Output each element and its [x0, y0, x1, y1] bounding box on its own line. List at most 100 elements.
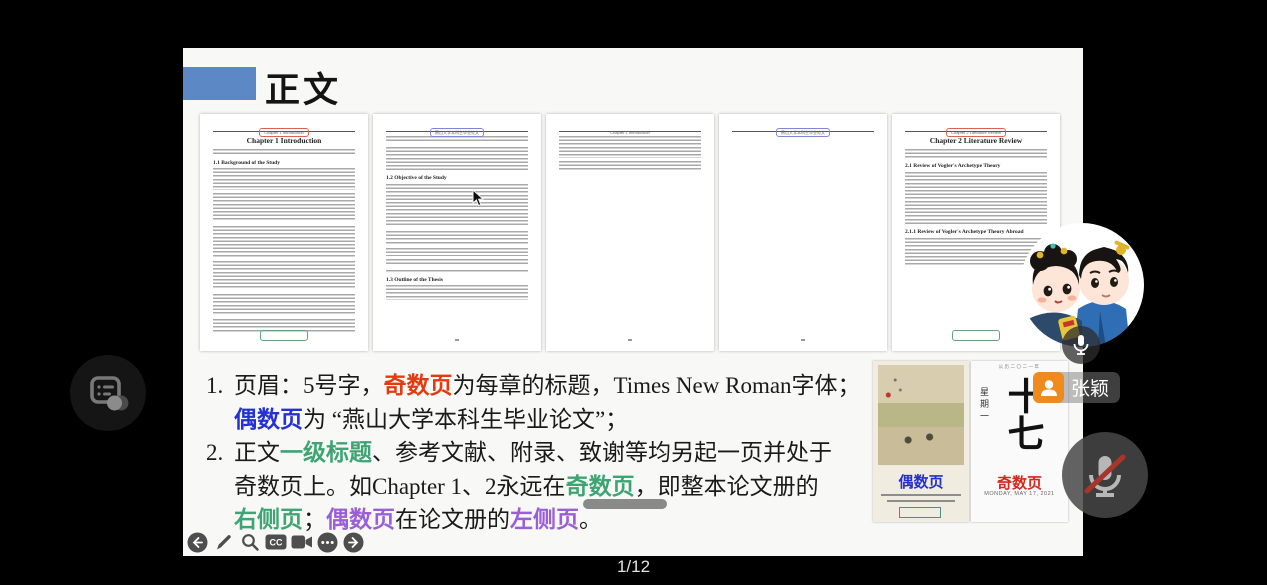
section-heading: 2.1 Review of Vogler's Archetype Theory: [905, 163, 1047, 169]
paragraph-lines: [213, 168, 355, 190]
page-header: 燕山大学本科生毕业论文: [386, 121, 528, 131]
page-number: [801, 339, 805, 341]
even-page-label: 偶数页: [873, 471, 969, 492]
notes-list: 1.页眉：5号字，奇数页为每章的标题，Times New Roman字体；偶数页…: [197, 369, 887, 537]
title-accent-bar: [183, 67, 256, 100]
paragraph-lines: [905, 149, 1047, 160]
page-header-text: 燕山大学本科生毕业论文: [776, 128, 830, 137]
calendar-date: MONDAY, MAY 17, 2021: [971, 491, 1068, 497]
microphone-button[interactable]: [1062, 326, 1100, 364]
page-number: [628, 339, 632, 341]
page-number: [455, 339, 459, 341]
forward-arrow-button[interactable]: [342, 531, 365, 554]
subtitles-button[interactable]: CC: [264, 531, 287, 554]
paragraph-lines: [213, 226, 355, 258]
calendar-year-line: 公历二〇二一年: [971, 364, 1068, 370]
page-body: Chapter 1 Introduction 1.1 Background of …: [213, 136, 355, 333]
pen-button[interactable]: [212, 531, 235, 554]
paragraph-lines: [559, 136, 701, 158]
caption-box: [899, 507, 941, 518]
page-thumbnail[interactable]: Chapter 1 IntroductionChapter 1 Introduc…: [200, 114, 368, 351]
caption-line: [881, 494, 961, 496]
paragraph-lines: [213, 193, 355, 222]
paragraph-lines: [559, 161, 701, 172]
paragraph-lines: [213, 149, 355, 156]
page-body: [559, 136, 701, 172]
note-segment: 左侧页: [510, 507, 579, 532]
paragraph-lines: [386, 285, 528, 299]
paragraph-lines: [386, 147, 528, 172]
note-segment: 一级标题: [280, 440, 372, 465]
shared-slide: 正文 Chapter 1 IntroductionChapter 1 Intro…: [183, 48, 1083, 556]
message-panel-icon: [85, 370, 131, 416]
magnifier-button[interactable]: [238, 531, 261, 554]
note-line: 1.页眉：5号字，奇数页为每章的标题，Times New Roman字体；: [197, 369, 887, 403]
page-footer: [200, 328, 368, 346]
note-number: 2.: [206, 436, 223, 470]
thumbnail-row: Chapter 1 IntroductionChapter 1 Introduc…: [200, 114, 1060, 351]
more-dots-button[interactable]: [316, 531, 339, 554]
note-line: 2. 正文一级标题、参考文献、附录、致谢等均另起一页并处于: [197, 436, 887, 470]
chapter-title: Chapter 1 Introduction: [213, 136, 355, 145]
pen-icon: [214, 532, 234, 552]
page-header: Chapter 1 Introduction: [559, 121, 701, 131]
svg-text:CC: CC: [269, 538, 282, 548]
page-indicator: 1/12: [0, 557, 1267, 577]
camera-icon: [291, 534, 313, 550]
paragraph-lines: [386, 270, 528, 274]
page-header: Chapter 1 Introduction: [213, 121, 355, 131]
page-thumbnail[interactable]: Chapter 1 Introduction: [546, 114, 714, 351]
page-header: Chapter 2 Literature Review: [905, 121, 1047, 131]
note-segment: 为 “燕山大学本科生毕业论文”；: [303, 407, 628, 432]
page-header: 燕山大学本科生毕业论文: [732, 121, 874, 131]
page-thumbnail[interactable]: 燕山大学本科生毕业论文 1.2 Objective of the Study1.3…: [373, 114, 541, 351]
note-segment: 正文: [234, 440, 280, 465]
note-segment: 右侧页: [234, 507, 303, 532]
message-panel-button[interactable]: [70, 355, 146, 431]
chapter-title: Chapter 2 Literature Review: [905, 136, 1047, 145]
paragraph-lines: [213, 261, 355, 290]
painting-image: [878, 365, 964, 465]
back-arrow-button[interactable]: [186, 531, 209, 554]
note-segment: 为每章的标题，Times New Roman字体；: [453, 373, 861, 398]
annotation-toolbar: CC: [186, 530, 365, 554]
note-segment: ；: [303, 507, 326, 532]
back-arrow-icon: [187, 532, 208, 553]
paragraph-lines: [386, 248, 528, 255]
note-line: 偶数页为 “燕山大学本科生毕业论文”；: [197, 403, 887, 437]
note-segment: 、参考文献、附录、致谢等均另起一页并处于: [372, 440, 832, 465]
page-footer: [892, 328, 1060, 346]
section-heading: 1.1 Background of the Study: [213, 160, 355, 166]
section-heading: 2.1.1 Review of Vogler's Archetype Theor…: [905, 229, 1047, 235]
page-footer: [373, 328, 541, 346]
page-body: 1.2 Objective of the Study1.3 Outline of…: [386, 136, 528, 300]
caption-line: [887, 500, 955, 502]
mouse-cursor: [472, 189, 485, 207]
subtitles-icon: CC: [265, 533, 287, 551]
page-thumbnail[interactable]: 燕山大学本科生毕业论文: [719, 114, 887, 351]
participant-name-pill[interactable]: 张颖: [1033, 372, 1120, 403]
participant-name: 张颖: [1071, 374, 1109, 401]
page-header-text: Chapter 1 Introduction: [606, 129, 654, 136]
more-dots-icon: [317, 532, 338, 553]
forward-arrow-icon: [343, 532, 364, 553]
note-segment: ，即整本论文册的: [635, 474, 819, 499]
paragraph-lines: [213, 294, 355, 316]
page-footer: [546, 328, 714, 346]
magnifier-icon: [240, 532, 260, 552]
slide-drag-handle[interactable]: [583, 499, 667, 509]
note-segment: 奇数页: [566, 474, 635, 499]
note-segment: 。: [579, 507, 602, 532]
microphone-muted-indicator[interactable]: [1062, 432, 1148, 518]
camera-button[interactable]: [290, 531, 313, 554]
microphone-icon: [1069, 333, 1093, 357]
meeting-screen: 正文 Chapter 1 IntroductionChapter 1 Intro…: [0, 0, 1267, 585]
page-number-box: [260, 330, 308, 341]
page-footer: [719, 328, 887, 346]
note-number: 1.: [206, 369, 223, 403]
section-heading: 1.2 Objective of the Study: [386, 175, 528, 181]
note-segment: 偶数页: [326, 507, 395, 532]
page-body: Chapter 2 Literature Review 2.1 Review of…: [905, 136, 1047, 267]
note-segment: 奇数页: [384, 373, 453, 398]
note-segment: 偶数页: [234, 407, 303, 432]
